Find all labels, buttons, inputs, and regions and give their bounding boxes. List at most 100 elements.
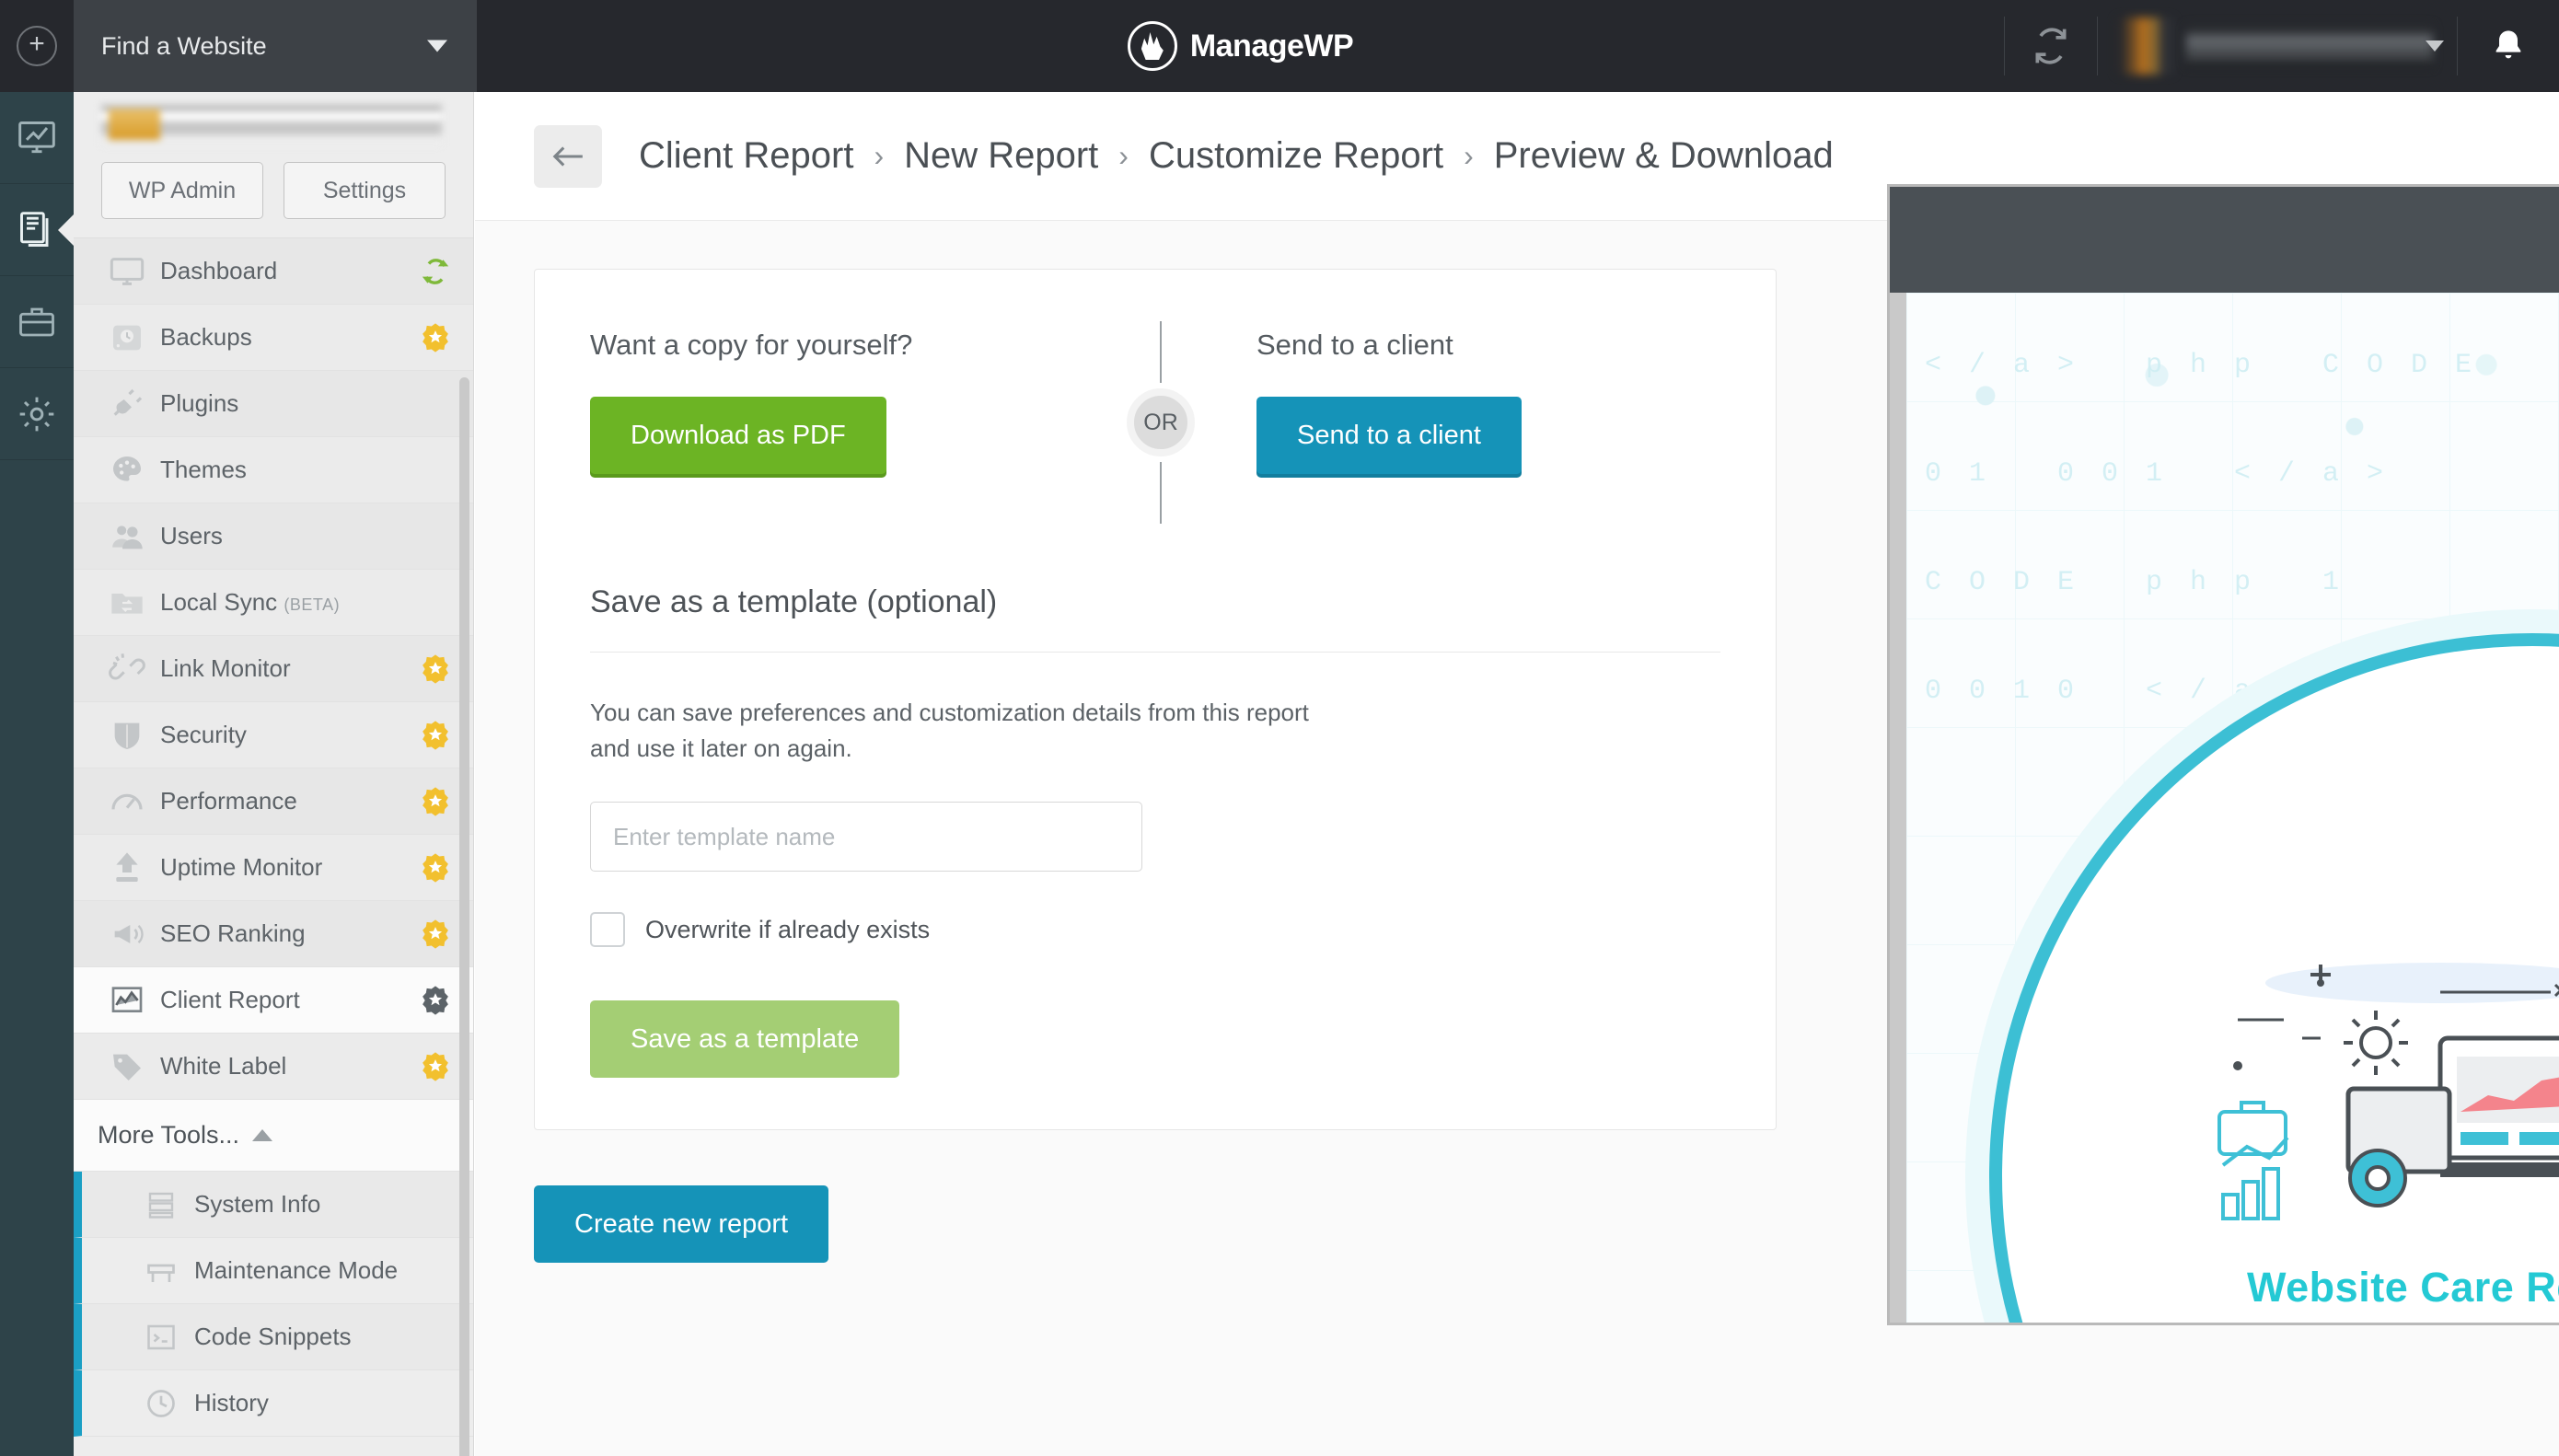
divider bbox=[590, 652, 1720, 653]
report-actions-card: Want a copy for yourself? Download as PD… bbox=[534, 269, 1777, 1130]
brand-name: ManageWP bbox=[1189, 28, 1354, 64]
shield-icon bbox=[103, 717, 151, 754]
no-badge bbox=[420, 587, 451, 618]
managewp-logo-icon[interactable]: ManageWP bbox=[1127, 21, 1354, 71]
premium-star-icon[interactable] bbox=[420, 852, 451, 884]
rail-item-settings[interactable] bbox=[0, 368, 74, 460]
send-to-a-client-button[interactable]: Send to a client bbox=[1256, 397, 1522, 474]
or-line-bottom bbox=[1160, 462, 1162, 524]
brand-area: ManageWP bbox=[477, 0, 2004, 92]
refresh-icon[interactable] bbox=[420, 256, 451, 287]
flame-shape bbox=[1141, 32, 1164, 60]
premium-star-icon[interactable] bbox=[420, 919, 451, 950]
preview-toolbar bbox=[1890, 187, 2559, 293]
beta-tag: (BETA) bbox=[284, 595, 341, 614]
add-website-area[interactable]: + bbox=[0, 0, 74, 92]
sidebar-item-plugins[interactable]: Plugins bbox=[74, 371, 473, 437]
breadcrumb-item-new-report[interactable]: New Report bbox=[904, 135, 1098, 177]
sidebar-item-performance[interactable]: Performance bbox=[74, 768, 473, 835]
premium-star-icon[interactable] bbox=[420, 720, 451, 751]
rail-item-overview[interactable] bbox=[0, 92, 74, 184]
sidebar-item-maintenance-mode[interactable]: Maintenance Mode bbox=[74, 1238, 473, 1304]
app-root: + Find a Website ManageWP WP Admin Setti… bbox=[0, 0, 2559, 1456]
sidebar-item-label: Performance bbox=[160, 787, 297, 815]
settings-button[interactable]: Settings bbox=[284, 162, 446, 219]
or-badge: OR bbox=[1127, 388, 1195, 456]
back-button[interactable] bbox=[534, 124, 602, 188]
send-column: Send to a client Send to a client bbox=[1256, 329, 1720, 474]
folder-sync-icon bbox=[103, 584, 151, 621]
overwrite-checkbox-row[interactable]: Overwrite if already exists bbox=[590, 912, 1720, 947]
bell-icon[interactable] bbox=[2458, 0, 2559, 92]
sidebar-item-dashboard[interactable]: Dashboard bbox=[74, 238, 473, 305]
no-badge bbox=[420, 388, 451, 420]
server-icon bbox=[137, 1188, 185, 1221]
download-as-pdf-button[interactable]: Download as PDF bbox=[590, 397, 886, 474]
breadcrumb-separator: › bbox=[1118, 139, 1129, 172]
premium-star-icon[interactable] bbox=[420, 1051, 451, 1082]
sidebar-item-local-sync[interactable]: Local Sync (BETA) bbox=[74, 570, 473, 636]
cog-teal bbox=[2348, 1149, 2407, 1208]
sidebar-item-white-label[interactable]: White Label bbox=[74, 1034, 473, 1100]
tag-icon bbox=[103, 1048, 151, 1085]
save-as-template-button[interactable]: Save as a template bbox=[590, 1000, 900, 1078]
sidebar-item-client-report[interactable]: Client Report bbox=[74, 967, 473, 1034]
managewp-mark-icon bbox=[1127, 21, 1177, 71]
top-bar-right bbox=[2004, 0, 2559, 92]
site-selector-label: Find a Website bbox=[101, 31, 267, 60]
refresh-icon[interactable] bbox=[2005, 0, 2097, 92]
sidebar-item-seo-ranking[interactable]: SEO Ranking bbox=[74, 901, 473, 967]
palette-icon bbox=[103, 452, 151, 489]
breadcrumb-separator: › bbox=[1464, 139, 1474, 172]
create-new-report-button[interactable]: Create new report bbox=[534, 1185, 829, 1263]
premium-star-icon[interactable] bbox=[420, 786, 451, 817]
premium-star-icon[interactable] bbox=[420, 322, 451, 353]
sidebar-item-label: Maintenance Mode bbox=[194, 1256, 399, 1284]
gauge-icon bbox=[103, 783, 151, 820]
wp-admin-button[interactable]: WP Admin bbox=[101, 162, 263, 219]
more-tools-toggle[interactable]: More Tools... bbox=[74, 1100, 473, 1172]
sidebar-item-label: Backups bbox=[160, 323, 252, 351]
breadcrumb-item-client-report[interactable]: Client Report bbox=[639, 135, 853, 177]
premium-star-icon[interactable] bbox=[420, 985, 451, 1016]
sidebar-item-label: Themes bbox=[160, 456, 247, 483]
download-column: Want a copy for yourself? Download as PD… bbox=[590, 329, 1054, 474]
overwrite-checkbox[interactable] bbox=[590, 912, 625, 947]
bar-chart-small-icon bbox=[2221, 1136, 2289, 1220]
sidebar-item-label: Dashboard bbox=[160, 257, 278, 284]
sidebar-item-uptime-monitor[interactable]: Uptime Monitor bbox=[74, 835, 473, 901]
plus-circle-icon[interactable]: + bbox=[17, 26, 57, 66]
sidebar-item-security[interactable]: Security bbox=[74, 702, 473, 768]
sidebar: WP Admin Settings Dashboard Backups Plug… bbox=[74, 92, 474, 1456]
top-bar: + Find a Website ManageWP bbox=[0, 0, 2559, 92]
sidebar-item-users[interactable]: Users bbox=[74, 503, 473, 570]
report-preview-panel[interactable]: </a> php CODE 01 001 </a> CODE php 1 001… bbox=[1887, 184, 2559, 1325]
sidebar-scrollbar[interactable] bbox=[459, 377, 469, 1456]
avatar bbox=[2116, 17, 2173, 75]
premium-star-icon[interactable] bbox=[420, 653, 451, 685]
gear-icon-large bbox=[2344, 1011, 2408, 1075]
sidebar-item-history[interactable]: History bbox=[74, 1370, 473, 1437]
breadcrumb-separator: › bbox=[874, 139, 885, 172]
or-line-top bbox=[1160, 321, 1162, 383]
sidebar-item-themes[interactable]: Themes bbox=[74, 437, 473, 503]
site-selector[interactable]: Find a Website bbox=[74, 0, 477, 92]
breadcrumb-item-customize-report[interactable]: Customize Report bbox=[1149, 135, 1443, 177]
sidebar-item-code-snippets[interactable]: Code Snippets bbox=[74, 1304, 473, 1370]
sidebar-item-backups[interactable]: Backups bbox=[74, 305, 473, 371]
template-name-input[interactable] bbox=[590, 802, 1142, 872]
sidebar-item-link-monitor[interactable]: Link Monitor bbox=[74, 636, 473, 702]
send-heading: Send to a client bbox=[1256, 329, 1453, 361]
sidebar-item-system-info[interactable]: System Info bbox=[74, 1172, 473, 1238]
rail-item-clients[interactable] bbox=[0, 276, 74, 368]
account-menu[interactable] bbox=[2098, 0, 2457, 92]
broken-link-icon bbox=[103, 651, 151, 688]
or-divider: OR bbox=[1106, 321, 1216, 524]
breadcrumb-item-preview-download[interactable]: Preview & Download bbox=[1494, 135, 1834, 177]
delivery-choice-row: Want a copy for yourself? Download as PD… bbox=[590, 321, 1720, 524]
account-name-redacted bbox=[2186, 25, 2433, 67]
label-text: Local Sync bbox=[160, 588, 278, 616]
monitor-icon bbox=[103, 253, 151, 290]
rail-item-websites[interactable] bbox=[0, 184, 74, 276]
sidebar-item-label: Security bbox=[160, 721, 247, 748]
